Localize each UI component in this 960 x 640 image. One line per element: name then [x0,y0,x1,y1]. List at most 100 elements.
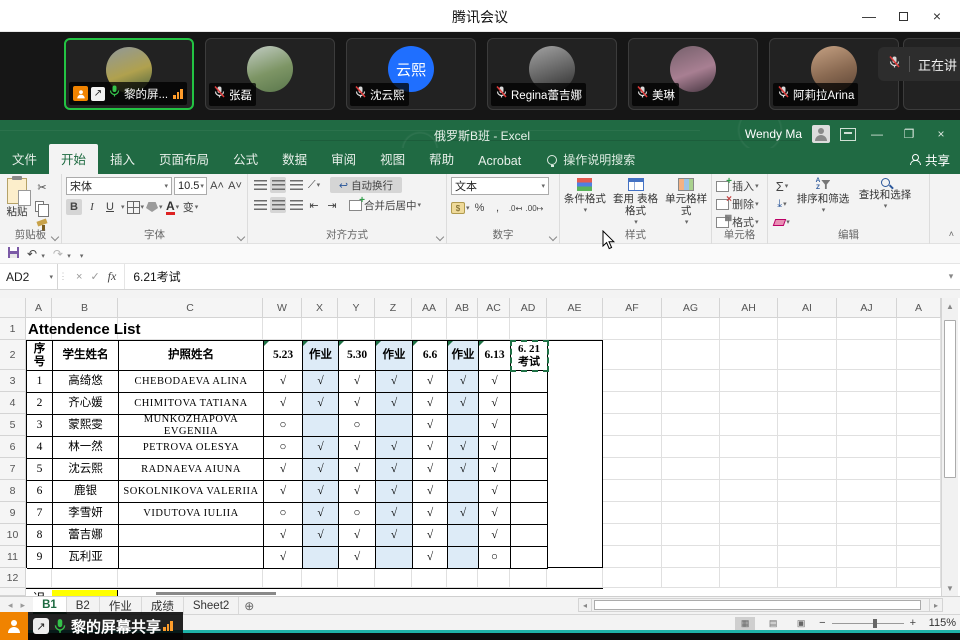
row-header-13[interactable] [0,588,26,596]
grid-cell[interactable] [720,502,778,524]
cell-no[interactable]: 9 [27,547,53,569]
cell-mark[interactable]: √ [479,503,511,525]
row-header-1[interactable]: 1 [0,318,26,340]
cell-mark[interactable]: √ [413,481,448,503]
increase-decimal-button[interactable]: .0↤ [508,200,524,216]
grid-cell[interactable] [662,480,720,502]
column-header-AJ[interactable]: AJ [837,298,897,318]
grid-cell[interactable] [547,568,603,588]
column-header-AG[interactable]: AG [662,298,720,318]
bold-button[interactable]: B [66,199,82,215]
zoom-in-button[interactable]: + [910,617,916,629]
grid-cell[interactable] [447,568,478,588]
vscroll-down-icon[interactable]: ▼ [942,580,958,596]
font-size-select[interactable]: 10.5▾ [174,177,207,195]
orientation-button[interactable]: ⟋▾ [306,177,322,193]
zoom-slider-thumb[interactable] [873,619,877,628]
name-box[interactable]: AD2▾ [0,264,58,289]
cell-mark[interactable]: √ [413,547,448,569]
grid-cell[interactable] [897,436,941,458]
ribbon-tab-数据[interactable]: 数据 [270,144,319,174]
row-header-3[interactable]: 3 [0,370,26,392]
ribbon-tab-开始[interactable]: 开始 [49,144,98,174]
column-header-AI[interactable]: AI [778,298,837,318]
grid-cell[interactable] [778,340,837,370]
row-header-5[interactable]: 5 [0,414,26,436]
cell-mark[interactable]: √ [339,459,376,481]
cell-no[interactable]: 1 [27,371,53,393]
tell-me-search[interactable]: 操作说明搜索 [547,151,635,174]
column-header-AC[interactable]: AC [478,298,510,318]
cell-mark[interactable]: √ [264,525,303,547]
cell-mark[interactable]: √ [339,481,376,503]
cell-passport-name[interactable] [119,547,264,569]
ribbon-tab-插入[interactable]: 插入 [98,144,147,174]
grid-cell[interactable] [603,524,662,546]
grid-cell[interactable] [662,392,720,414]
cell-exam[interactable] [511,459,548,481]
column-header-Z[interactable]: Z [375,298,412,318]
new-sheet-button[interactable]: ⊕ [239,597,259,614]
grid-cell[interactable] [547,318,603,340]
cell-mark[interactable]: √ [479,393,511,415]
grid-cell[interactable] [720,436,778,458]
cell-mark[interactable]: √ [303,437,339,459]
cell-mark[interactable]: √ [339,547,376,569]
column-header-AH[interactable]: AH [720,298,778,318]
cell-mark[interactable]: ○ [339,503,376,525]
cell-no[interactable]: 2 [27,393,53,415]
cell-no[interactable]: 8 [27,525,53,547]
fill-color-button[interactable]: ▾ [146,199,163,215]
grid-cell[interactable] [720,458,778,480]
grid-cell[interactable] [662,568,720,588]
grid-cell[interactable] [837,524,897,546]
grid-cell[interactable] [720,546,778,568]
grid-cell[interactable] [720,392,778,414]
cell-exam[interactable] [511,525,548,547]
grid-cell[interactable] [897,502,941,524]
find-select-button[interactable]: 查找和选择▾ [854,174,916,230]
grid-cell[interactable] [897,318,941,340]
grid-cell[interactable] [778,370,837,392]
cell-mark[interactable]: √ [264,481,303,503]
ribbon-tab-审阅[interactable]: 审阅 [319,144,368,174]
normal-view-button[interactable]: ▦ [735,617,755,630]
underline-button[interactable]: U [102,199,118,215]
copy-button[interactable]: ▾ [34,198,50,214]
header-cell[interactable]: 护照姓名 [119,341,264,371]
header-cell[interactable]: 学生姓名 [53,341,119,371]
grid-cell[interactable] [662,502,720,524]
comma-button[interactable]: , [490,200,506,216]
decrease-decimal-button[interactable]: .00↦ [526,200,544,216]
shrink-font-button[interactable]: A˅ [227,178,243,194]
header-cell[interactable]: 6.6 [413,341,448,371]
grid-cell[interactable] [662,370,720,392]
grid-cell[interactable] [510,318,547,340]
insert-cells-button[interactable]: 插入▾ [716,178,767,194]
cell-exam[interactable] [511,437,548,459]
align-bottom-button[interactable] [288,177,304,193]
cell-mark[interactable]: √ [303,481,339,503]
phonetic-guide-button[interactable]: 变▾ [183,199,199,215]
header-cell[interactable]: 6.13 [479,341,511,371]
grid-cell[interactable] [720,318,778,340]
cell-no[interactable]: 5 [27,459,53,481]
grid-cell[interactable] [478,318,510,340]
share-button[interactable]: 共享 [909,150,950,169]
ribbon-tab-页面布局[interactable]: 页面布局 [147,144,221,174]
grid-cell[interactable] [52,568,118,588]
grid-cell[interactable] [603,480,662,502]
horizontal-scrollbar[interactable]: ◂ ▸ [578,598,943,612]
wrap-text-button[interactable]: ↩ 自动换行 [330,177,402,193]
cell-passport-name[interactable]: MUNKOZHAPOVA EVGENIIA [119,415,264,437]
cell-passport-name[interactable]: VIDUTOVA IULIIA [119,503,264,525]
cell-no[interactable]: 3 [27,415,53,437]
grid-cell[interactable] [778,414,837,436]
grid-cell[interactable] [662,436,720,458]
grid-cell[interactable] [897,480,941,502]
underline-dropdown[interactable]: ▾ [121,203,125,211]
grid-cell[interactable] [837,546,897,568]
grid-cell[interactable] [778,436,837,458]
partial-cell-a[interactable]: 迟 [26,589,52,596]
excel-minimize-button[interactable]: — [866,127,888,141]
